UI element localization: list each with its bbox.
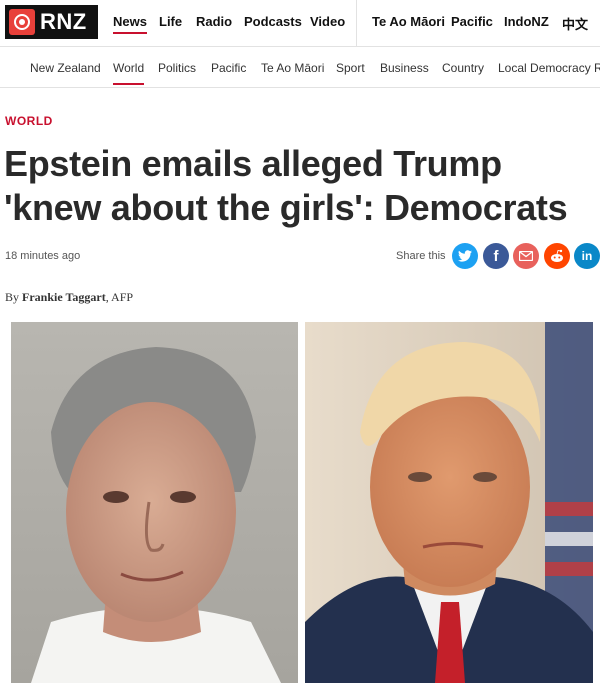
email-icon <box>519 251 533 261</box>
email-share-button[interactable] <box>513 243 539 269</box>
twitter-icon <box>458 250 472 262</box>
top-nav-indonz[interactable]: IndoNZ <box>504 14 549 29</box>
nav-divider <box>356 0 357 46</box>
top-nav-chinese[interactable]: 中文 <box>562 14 588 33</box>
share-label: Share this <box>396 250 446 262</box>
logo-text: RNZ <box>40 9 87 34</box>
section-nav: New Zealand World Politics Pacific Te Ao… <box>0 47 600 88</box>
photo-right <box>305 322 593 683</box>
section-nav-sport[interactable]: Sport <box>336 61 365 75</box>
top-nav-te-ao-maori[interactable]: Te Ao Māori <box>372 14 445 29</box>
reddit-share-button[interactable] <box>544 243 570 269</box>
author-name[interactable]: Frankie Taggart <box>22 290 106 304</box>
top-nav-news[interactable]: News <box>113 14 147 34</box>
top-nav-life[interactable]: Life <box>159 14 182 29</box>
byline-prefix: By <box>5 290 20 304</box>
photo-left <box>11 322 298 683</box>
section-nav-politics[interactable]: Politics <box>158 61 196 75</box>
byline: By Frankie Taggart, AFP <box>5 290 133 305</box>
section-nav-pacific[interactable]: Pacific <box>211 61 246 75</box>
timestamp: 18 minutes ago <box>5 250 81 262</box>
reddit-icon <box>551 249 563 262</box>
top-bar: RNZ News Life Radio Podcasts Video Te Ao… <box>0 0 600 47</box>
section-nav-te-ao-maori[interactable]: Te Ao Māori <box>261 61 324 75</box>
rnz-mark-icon <box>9 9 35 35</box>
agency: , AFP <box>105 290 134 304</box>
linkedin-share-button[interactable]: in <box>574 243 600 269</box>
top-nav-podcasts[interactable]: Podcasts <box>244 14 302 29</box>
section-nav-business[interactable]: Business <box>380 61 429 75</box>
section-tag[interactable]: WORLD <box>5 114 53 128</box>
facebook-share-button[interactable]: f <box>483 243 509 269</box>
section-nav-country[interactable]: Country <box>442 61 484 75</box>
top-nav-radio[interactable]: Radio <box>196 14 232 29</box>
twitter-share-button[interactable] <box>452 243 478 269</box>
article-headline: Epstein emails alleged Trump 'knew about… <box>4 143 568 228</box>
rnz-logo[interactable]: RNZ <box>5 5 98 39</box>
section-nav-local-democracy[interactable]: Local Democracy R <box>498 61 600 75</box>
section-nav-world[interactable]: World <box>113 61 145 85</box>
linkedin-icon: in <box>581 249 593 263</box>
top-nav-video[interactable]: Video <box>310 14 345 29</box>
section-nav-new-zealand[interactable]: New Zealand <box>30 61 101 75</box>
facebook-icon: f <box>493 247 499 265</box>
top-nav-pacific[interactable]: Pacific <box>451 14 493 29</box>
